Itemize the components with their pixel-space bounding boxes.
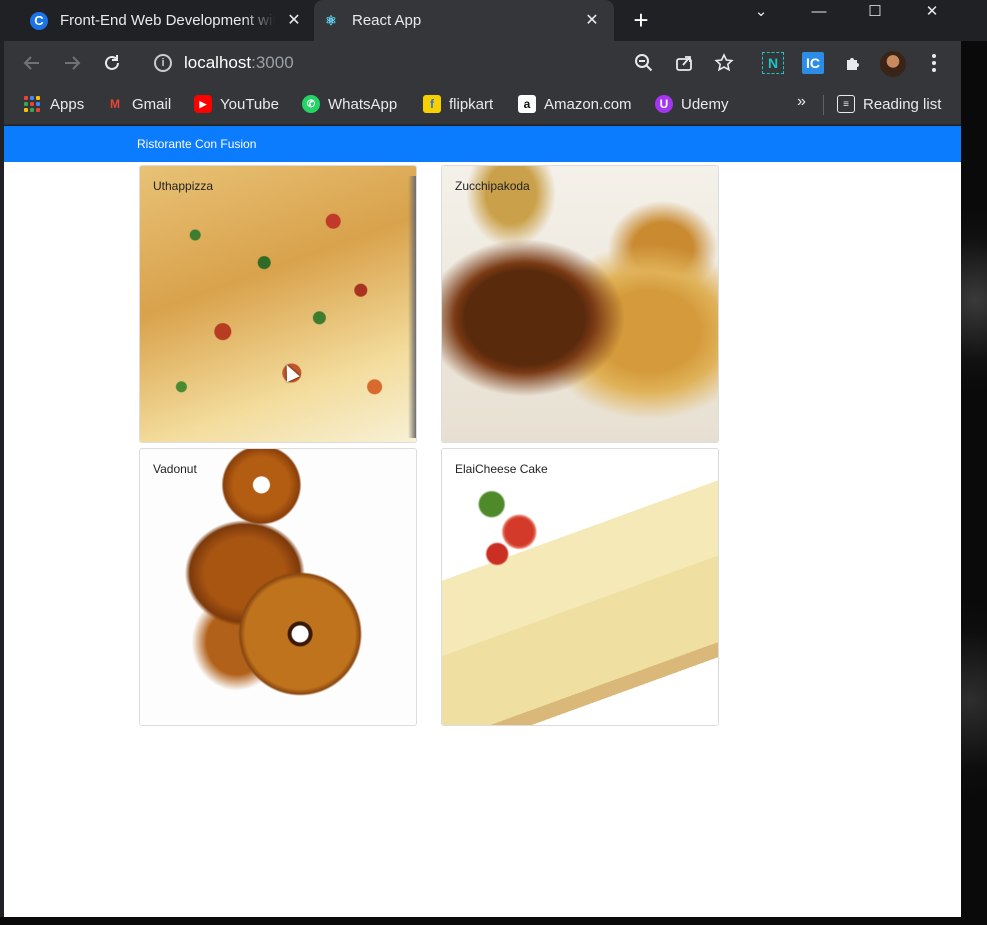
close-window-button[interactable]: ✕ [909,0,955,22]
profile-avatar[interactable] [880,51,906,77]
navbar: Ristorante Con Fusion [4,126,961,162]
reading-list-label: Reading list [863,95,942,113]
dish-card-title: Uthappizza [153,179,214,193]
bookmark-youtube[interactable]: ▶ YouTube [194,93,279,115]
dish-card-vadonut[interactable]: Vadonut [139,448,417,726]
extensions-puzzle-icon[interactable] [842,51,866,75]
bookmarks-bar: Apps M Gmail ▶ YouTube ✆ WhatsApp f flip… [4,85,961,125]
bookmark-label: WhatsApp [328,95,398,113]
browser-toolbar: i localhost:3000 N IC [4,41,961,85]
gmail-icon: M [110,97,120,111]
extension-icon[interactable]: IC [802,52,824,74]
bookmark-label: Apps [50,95,85,113]
reload-icon[interactable] [100,51,124,75]
reading-list-button[interactable]: ≡ Reading list [837,93,941,115]
bookmarks-divider [823,95,824,115]
dish-card-uthappizza[interactable]: Uthappizza [139,165,417,443]
dish-image [442,166,718,442]
dish-card-title: Zucchipakoda [455,179,530,193]
tab-title: React App [352,12,422,29]
bookmark-label: Udemy [681,95,729,113]
dish-card-zucchipakoda[interactable]: Zucchipakoda [441,165,719,443]
bookmark-whatsapp[interactable]: ✆ WhatsApp [302,93,397,115]
tab-close-icon[interactable]: ✕ [284,10,304,30]
dish-card-title: Vadonut [153,462,197,476]
bookmark-star-icon[interactable] [712,51,736,75]
bookmark-gmail[interactable]: M Gmail [106,93,171,115]
youtube-icon: ▶ [194,95,212,113]
bookmark-label: YouTube [220,95,279,113]
tab-react-app[interactable]: ⚛ React App ✕ [314,0,614,41]
bookmarks-overflow-chevron-icon[interactable]: » [797,93,806,111]
flipkart-icon: f [423,95,441,113]
amazon-icon: a [518,95,536,113]
tab-close-icon[interactable]: ✕ [582,10,602,30]
back-icon[interactable] [20,51,44,75]
udemy-icon: U [655,95,673,113]
minimize-button[interactable]: — [796,0,842,22]
forward-icon[interactable] [60,51,84,75]
tab-strip: C Front-End Web Development wit ✕ ⚛ Reac… [0,0,987,41]
bookmark-label: Gmail [132,95,172,113]
react-icon: ⚛ [325,12,337,28]
bookmark-flipkart[interactable]: f flipkart [423,93,493,115]
zoom-out-icon[interactable] [632,51,656,75]
browser-window: C Front-End Web Development wit ✕ ⚛ Reac… [0,0,987,917]
whatsapp-icon: ✆ [302,95,320,113]
dish-card-title: ElaiCheese Cake [455,462,548,476]
site-info-icon[interactable]: i [154,54,172,72]
dish-card-elaicheese-cake[interactable]: ElaiCheese Cake [441,448,719,726]
tab-title: Front-End Web Development wit [60,12,275,29]
notion-extension-icon[interactable]: N [762,52,784,74]
bookmark-udemy[interactable]: U Udemy [655,93,729,115]
coursera-icon: C [30,11,48,30]
page-viewport: Ristorante Con Fusion Uthappizza Zucchip… [4,126,961,917]
dish-image [442,449,718,725]
apps-grid-icon [24,96,40,112]
navbar-brand[interactable]: Ristorante Con Fusion [137,137,256,151]
share-icon[interactable] [672,51,696,75]
new-tab-button[interactable]: + [628,7,654,34]
bookmark-label: flipkart [449,95,494,113]
address-bar[interactable]: i localhost:3000 [144,47,749,79]
dish-image [140,449,416,725]
bookmark-apps[interactable]: Apps [24,93,84,115]
reading-list-icon: ≡ [837,95,855,113]
maximize-button[interactable]: ☐ [852,0,898,22]
bookmark-label: Amazon.com [544,95,632,113]
tab-search-icon[interactable]: ⌄ [738,0,784,22]
menu-kebab-icon[interactable] [922,51,946,75]
dish-image [140,166,416,442]
bookmark-amazon[interactable]: a Amazon.com [518,93,632,115]
tab-coursera[interactable]: C Front-End Web Development wit ✕ [22,0,312,41]
url-text: localhost:3000 [184,53,294,72]
